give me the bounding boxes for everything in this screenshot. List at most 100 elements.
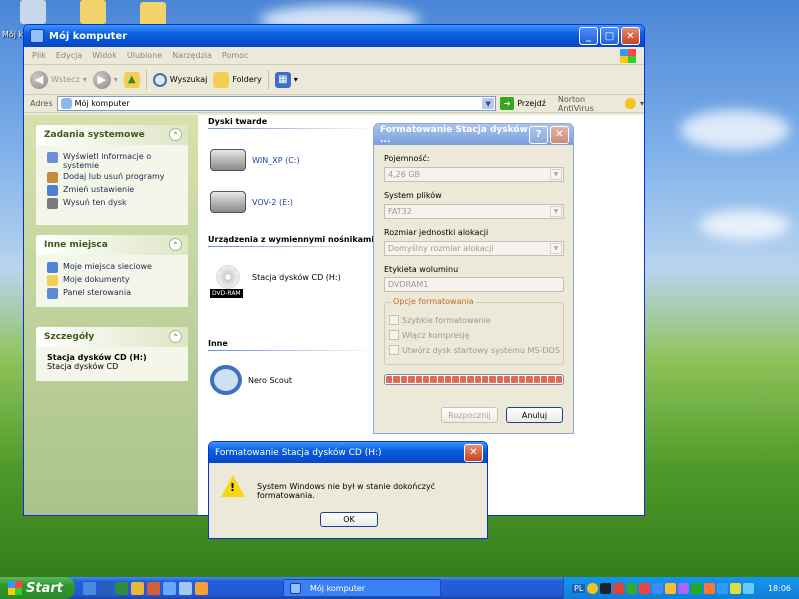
back-button[interactable]: ◀ Wstecz ▾ — [30, 70, 87, 89]
cd-drive-icon: DVD-RAM — [210, 263, 246, 301]
browser-icon[interactable] — [163, 581, 176, 595]
desktop-icon[interactable] — [80, 0, 106, 24]
details-header[interactable]: Szczegóły ⌃ — [36, 327, 188, 347]
nero-scout[interactable]: Nero Scout — [210, 365, 292, 395]
norton-toolbar[interactable]: Norton AntiVirus — [558, 95, 622, 113]
chevron-down-icon[interactable]: ▼ — [482, 98, 495, 109]
section-other: Inne — [208, 339, 228, 348]
allocation-label: Rozmiar jednostki alokacji — [384, 228, 489, 237]
menu-edit[interactable]: Edycja — [56, 51, 82, 60]
format-dialog-title: Formatowanie Stacja dysków ... — [380, 124, 528, 145]
views-button[interactable]: ▦ ▾ — [274, 71, 298, 88]
tray-icon[interactable] — [626, 582, 638, 594]
error-dialog-titlebar[interactable]: Formatowanie Stacja dysków CD (H:) ✕ — [209, 442, 487, 463]
maximize-button[interactable]: □ — [600, 27, 619, 45]
go-button[interactable]: ➜ Przejdź — [500, 97, 546, 110]
tray-icon[interactable] — [730, 582, 742, 594]
window-titlebar[interactable]: Mój komputer _ □ ✕ — [24, 25, 644, 47]
norton-icon[interactable] — [625, 98, 636, 109]
progress-segment — [452, 376, 459, 383]
collapse-icon[interactable]: ⌃ — [169, 128, 182, 141]
checkbox-box — [389, 330, 399, 340]
task-system-info[interactable]: Wyświetl informacje o systemie — [47, 152, 180, 170]
place-control-panel[interactable]: Panel sterowania — [47, 288, 180, 299]
forward-button[interactable]: ▶ ▾ — [92, 70, 118, 89]
drive-c[interactable]: WIN_XP (C:) — [210, 149, 300, 171]
section-hard-drives: Dyski twarde — [208, 117, 268, 126]
tray-icon[interactable] — [652, 582, 664, 594]
volume-input[interactable]: DVDRAM1 — [384, 277, 564, 292]
tray-icon[interactable] — [639, 582, 651, 594]
folders-label: Foldery — [232, 75, 262, 84]
tray-icon[interactable] — [665, 582, 677, 594]
media-icon[interactable] — [147, 581, 160, 595]
capacity-value: 4,26 GB — [388, 170, 421, 179]
help-button[interactable]: ? — [529, 125, 548, 144]
chevron-down-icon[interactable]: ▾ — [640, 99, 644, 108]
menu-view[interactable]: Widok — [92, 51, 117, 60]
collapse-icon[interactable]: ⌃ — [169, 238, 182, 251]
allocation-select[interactable]: Domyślny rozmiar alokacji ▼ — [384, 241, 564, 256]
desktop-icon[interactable] — [20, 0, 46, 24]
progress-segment — [437, 376, 444, 383]
other-places-header[interactable]: Inne miejsca ⌃ — [36, 235, 188, 255]
start-button[interactable]: Rozpocznij — [441, 407, 498, 423]
task-add-remove[interactable]: Dodaj lub usuń programy — [47, 172, 180, 183]
cancel-button[interactable]: Anuluj — [506, 407, 563, 423]
address-input[interactable]: Mój komputer ▼ — [56, 96, 497, 111]
place-documents[interactable]: Moje dokumenty — [47, 275, 180, 286]
language-indicator[interactable]: PL — [572, 583, 586, 593]
outlook-icon[interactable] — [131, 581, 144, 595]
excel-icon[interactable] — [115, 581, 128, 595]
tray-icon[interactable] — [613, 582, 625, 594]
close-button[interactable]: ✕ — [464, 443, 483, 462]
menu-favorites[interactable]: Ulubione — [127, 51, 162, 60]
tray-icon[interactable] — [678, 582, 690, 594]
info-icon — [47, 152, 58, 163]
start-button[interactable]: Start — [0, 577, 75, 599]
settings-icon — [47, 185, 58, 196]
task-change-setting[interactable]: Zmień ustawienie — [47, 185, 180, 196]
tray-icon[interactable] — [743, 582, 755, 594]
desktop-icon[interactable] — [140, 2, 166, 26]
up-folder-button[interactable]: ▲ — [123, 71, 140, 88]
format-dialog-titlebar[interactable]: Formatowanie Stacja dysków ... ? ✕ — [374, 124, 573, 145]
paint-icon[interactable] — [195, 581, 208, 595]
close-button[interactable]: ✕ — [550, 125, 569, 144]
menu-help[interactable]: Pomoc — [222, 51, 249, 60]
close-button[interactable]: ✕ — [621, 27, 640, 45]
quick-format-checkbox[interactable]: Szybkie formatowanie — [389, 315, 491, 325]
computer-icon — [30, 29, 44, 43]
msdos-startup-checkbox[interactable]: Utwórz dysk startowy systemu MS-DOS — [389, 345, 560, 355]
tray-icon[interactable] — [704, 582, 716, 594]
menu-tools[interactable]: Narzędzia — [172, 51, 212, 60]
search-button[interactable]: Wyszukaj — [152, 72, 207, 87]
ok-button[interactable]: OK — [320, 512, 378, 527]
compression-checkbox[interactable]: Włącz kompresję — [389, 330, 470, 340]
tray-icon[interactable] — [587, 582, 599, 594]
place-network[interactable]: Moje miejsca sieciowe — [47, 262, 180, 273]
tray-icon[interactable] — [717, 582, 729, 594]
word-icon[interactable] — [99, 581, 112, 595]
panel-title: Inne miejsca — [44, 240, 108, 250]
task-my-computer[interactable]: Mój komputer — [283, 579, 441, 597]
tray-icon[interactable] — [600, 582, 612, 594]
ie-icon[interactable] — [83, 581, 96, 595]
progress-segment — [408, 376, 415, 383]
drive-e[interactable]: VOV-2 (E:) — [210, 191, 293, 213]
tray-icon[interactable] — [691, 582, 703, 594]
chevron-down-icon: ▼ — [550, 243, 562, 254]
minimize-button[interactable]: _ — [579, 27, 598, 45]
system-tasks-header[interactable]: Zadania systemowe ⌃ — [36, 125, 188, 145]
task-eject[interactable]: Wysuń ten dysk — [47, 198, 180, 209]
capacity-select[interactable]: 4,26 GB ▼ — [384, 167, 564, 182]
cd-drive[interactable]: DVD-RAM Stacja dysków CD (H:) — [210, 263, 341, 301]
collapse-icon[interactable]: ⌃ — [169, 330, 182, 343]
folders-button[interactable]: Foldery — [213, 71, 262, 88]
progress-segment — [467, 376, 474, 383]
progress-segment — [400, 376, 408, 383]
filesystem-select[interactable]: FAT32 ▼ — [384, 204, 564, 219]
menu-file[interactable]: Plik — [32, 51, 46, 60]
app-icon[interactable] — [179, 581, 192, 595]
task-label: Dodaj lub usuń programy — [63, 172, 165, 181]
